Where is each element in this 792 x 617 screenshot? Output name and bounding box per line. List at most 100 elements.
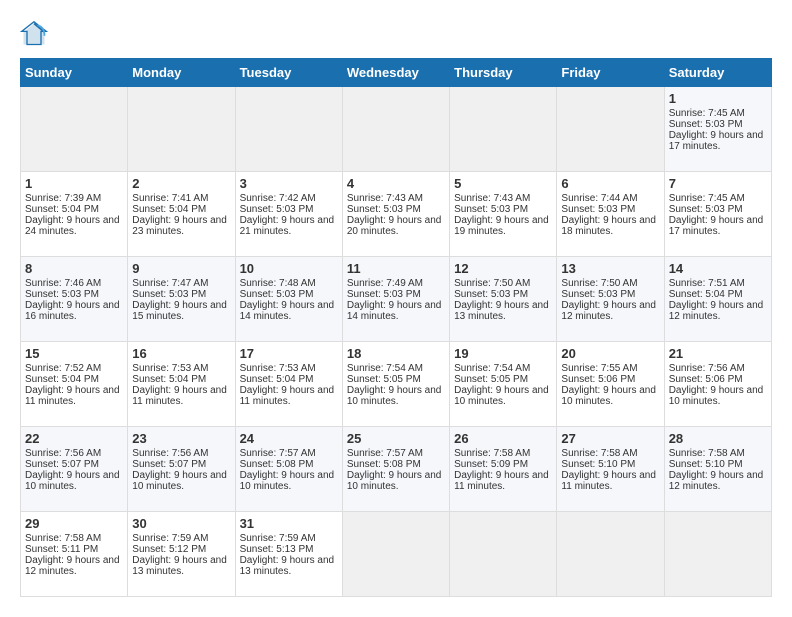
sunrise-text: Sunrise: 7:51 AM (669, 278, 767, 289)
sunset-text: Sunset: 5:07 PM (25, 459, 123, 470)
day-number: 29 (25, 516, 123, 531)
day-number: 23 (132, 431, 230, 446)
calendar-cell (450, 87, 557, 172)
sunrise-text: Sunrise: 7:53 AM (132, 363, 230, 374)
daylight-text: Daylight: 9 hours and 10 minutes. (454, 385, 552, 407)
calendar-header-row: SundayMondayTuesdayWednesdayThursdayFrid… (21, 59, 772, 87)
sunset-text: Sunset: 5:04 PM (25, 204, 123, 215)
sunset-text: Sunset: 5:10 PM (669, 459, 767, 470)
daylight-text: Daylight: 9 hours and 15 minutes. (132, 300, 230, 322)
sunrise-text: Sunrise: 7:42 AM (240, 193, 338, 204)
day-number: 5 (454, 176, 552, 191)
day-number: 4 (347, 176, 445, 191)
calendar-cell: 1Sunrise: 7:45 AMSunset: 5:03 PMDaylight… (664, 87, 771, 172)
calendar-cell: 11Sunrise: 7:49 AMSunset: 5:03 PMDayligh… (342, 257, 449, 342)
calendar-cell (557, 87, 664, 172)
sunset-text: Sunset: 5:03 PM (454, 204, 552, 215)
sunset-text: Sunset: 5:06 PM (561, 374, 659, 385)
daylight-text: Daylight: 9 hours and 11 minutes. (561, 470, 659, 492)
daylight-text: Daylight: 9 hours and 10 minutes. (240, 470, 338, 492)
day-number: 25 (347, 431, 445, 446)
sunset-text: Sunset: 5:03 PM (240, 204, 338, 215)
calendar-cell (450, 512, 557, 597)
sunset-text: Sunset: 5:10 PM (561, 459, 659, 470)
day-number: 8 (25, 261, 123, 276)
calendar-cell (235, 87, 342, 172)
daylight-text: Daylight: 9 hours and 23 minutes. (132, 215, 230, 237)
day-number: 1 (669, 91, 767, 106)
calendar-week-row: 8Sunrise: 7:46 AMSunset: 5:03 PMDaylight… (21, 257, 772, 342)
day-number: 27 (561, 431, 659, 446)
day-number: 26 (454, 431, 552, 446)
calendar-cell: 30Sunrise: 7:59 AMSunset: 5:12 PMDayligh… (128, 512, 235, 597)
day-number: 16 (132, 346, 230, 361)
calendar-cell (128, 87, 235, 172)
calendar-cell: 4Sunrise: 7:43 AMSunset: 5:03 PMDaylight… (342, 172, 449, 257)
daylight-text: Daylight: 9 hours and 10 minutes. (347, 470, 445, 492)
calendar-cell: 8Sunrise: 7:46 AMSunset: 5:03 PMDaylight… (21, 257, 128, 342)
daylight-text: Daylight: 9 hours and 12 minutes. (669, 300, 767, 322)
sunset-text: Sunset: 5:03 PM (132, 289, 230, 300)
calendar-cell: 24Sunrise: 7:57 AMSunset: 5:08 PMDayligh… (235, 427, 342, 512)
calendar-cell: 25Sunrise: 7:57 AMSunset: 5:08 PMDayligh… (342, 427, 449, 512)
sunset-text: Sunset: 5:13 PM (240, 544, 338, 555)
sunrise-text: Sunrise: 7:53 AM (240, 363, 338, 374)
sunset-text: Sunset: 5:04 PM (132, 204, 230, 215)
sunset-text: Sunset: 5:08 PM (347, 459, 445, 470)
daylight-text: Daylight: 9 hours and 13 minutes. (240, 555, 338, 577)
calendar-cell: 1Sunrise: 7:39 AMSunset: 5:04 PMDaylight… (21, 172, 128, 257)
sunrise-text: Sunrise: 7:47 AM (132, 278, 230, 289)
sunset-text: Sunset: 5:03 PM (454, 289, 552, 300)
sunset-text: Sunset: 5:04 PM (669, 289, 767, 300)
daylight-text: Daylight: 9 hours and 13 minutes. (132, 555, 230, 577)
day-header-wednesday: Wednesday (342, 59, 449, 87)
sunrise-text: Sunrise: 7:44 AM (561, 193, 659, 204)
calendar-cell: 26Sunrise: 7:58 AMSunset: 5:09 PMDayligh… (450, 427, 557, 512)
sunrise-text: Sunrise: 7:48 AM (240, 278, 338, 289)
calendar-cell: 12Sunrise: 7:50 AMSunset: 5:03 PMDayligh… (450, 257, 557, 342)
daylight-text: Daylight: 9 hours and 18 minutes. (561, 215, 659, 237)
sunrise-text: Sunrise: 7:58 AM (669, 448, 767, 459)
sunrise-text: Sunrise: 7:58 AM (561, 448, 659, 459)
daylight-text: Daylight: 9 hours and 17 minutes. (669, 130, 767, 152)
daylight-text: Daylight: 9 hours and 10 minutes. (25, 470, 123, 492)
calendar-cell: 2Sunrise: 7:41 AMSunset: 5:04 PMDaylight… (128, 172, 235, 257)
calendar-cell: 23Sunrise: 7:56 AMSunset: 5:07 PMDayligh… (128, 427, 235, 512)
sunrise-text: Sunrise: 7:58 AM (25, 533, 123, 544)
sunset-text: Sunset: 5:04 PM (240, 374, 338, 385)
daylight-text: Daylight: 9 hours and 11 minutes. (132, 385, 230, 407)
sunset-text: Sunset: 5:05 PM (454, 374, 552, 385)
daylight-text: Daylight: 9 hours and 17 minutes. (669, 215, 767, 237)
sunrise-text: Sunrise: 7:45 AM (669, 108, 767, 119)
calendar-cell (342, 512, 449, 597)
day-number: 11 (347, 261, 445, 276)
sunrise-text: Sunrise: 7:49 AM (347, 278, 445, 289)
sunset-text: Sunset: 5:07 PM (132, 459, 230, 470)
calendar-cell: 19Sunrise: 7:54 AMSunset: 5:05 PMDayligh… (450, 342, 557, 427)
calendar-week-row: 22Sunrise: 7:56 AMSunset: 5:07 PMDayligh… (21, 427, 772, 512)
sunrise-text: Sunrise: 7:50 AM (561, 278, 659, 289)
sunrise-text: Sunrise: 7:59 AM (132, 533, 230, 544)
calendar-week-row: 1Sunrise: 7:39 AMSunset: 5:04 PMDaylight… (21, 172, 772, 257)
day-number: 6 (561, 176, 659, 191)
sunrise-text: Sunrise: 7:55 AM (561, 363, 659, 374)
sunset-text: Sunset: 5:04 PM (132, 374, 230, 385)
calendar-cell: 29Sunrise: 7:58 AMSunset: 5:11 PMDayligh… (21, 512, 128, 597)
calendar-cell: 17Sunrise: 7:53 AMSunset: 5:04 PMDayligh… (235, 342, 342, 427)
sunset-text: Sunset: 5:03 PM (25, 289, 123, 300)
sunset-text: Sunset: 5:06 PM (669, 374, 767, 385)
calendar-cell: 28Sunrise: 7:58 AMSunset: 5:10 PMDayligh… (664, 427, 771, 512)
sunrise-text: Sunrise: 7:56 AM (25, 448, 123, 459)
day-number: 18 (347, 346, 445, 361)
calendar-cell: 5Sunrise: 7:43 AMSunset: 5:03 PMDaylight… (450, 172, 557, 257)
daylight-text: Daylight: 9 hours and 20 minutes. (347, 215, 445, 237)
sunrise-text: Sunrise: 7:58 AM (454, 448, 552, 459)
calendar-cell: 9Sunrise: 7:47 AMSunset: 5:03 PMDaylight… (128, 257, 235, 342)
sunset-text: Sunset: 5:03 PM (561, 204, 659, 215)
calendar-week-row: 1Sunrise: 7:45 AMSunset: 5:03 PMDaylight… (21, 87, 772, 172)
day-number: 1 (25, 176, 123, 191)
day-number: 30 (132, 516, 230, 531)
calendar-cell: 15Sunrise: 7:52 AMSunset: 5:04 PMDayligh… (21, 342, 128, 427)
day-number: 7 (669, 176, 767, 191)
day-number: 15 (25, 346, 123, 361)
